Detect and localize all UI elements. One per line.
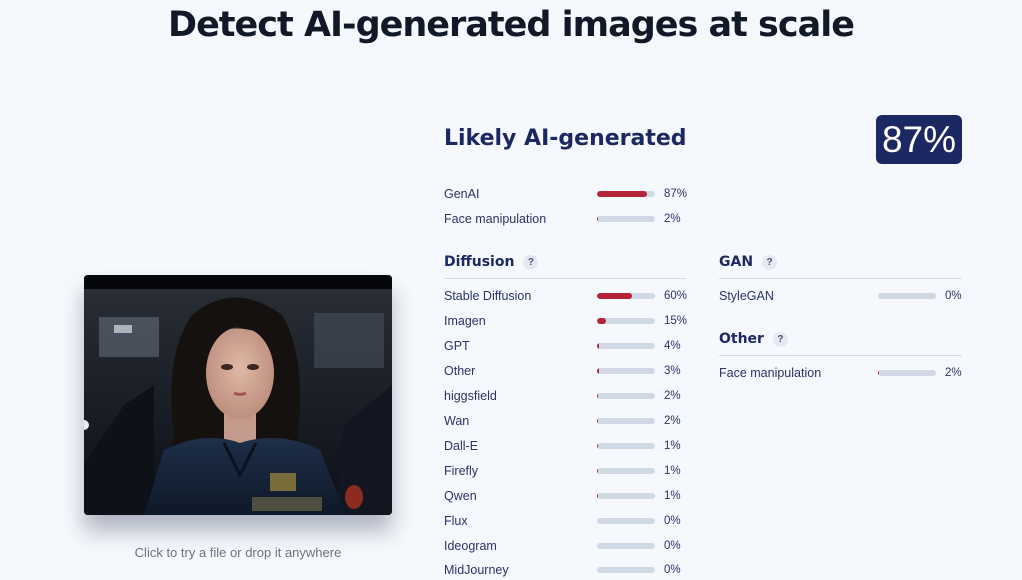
summary-label: GenAI [444,187,480,201]
diffusion-row: GPT 4% [444,337,686,355]
score-bar [597,393,655,399]
diffusion-row: Flux 0% [444,512,686,530]
score-percent: 15% [664,315,688,327]
score-bar [597,191,655,197]
diffusion-row: Other 3% [444,362,686,380]
diffusion-row: MidJourney 0% [444,561,686,579]
other-row: Face manipulation 2% [719,364,962,382]
model-label: Ideogram [444,539,497,553]
score-bar [597,518,655,524]
verdict-heading: Likely AI-generated [444,126,687,151]
score-percent: 0% [664,564,681,576]
summary-row-face-manipulation: Face manipulation 2% [444,210,686,228]
diffusion-row: Imagen 15% [444,312,688,330]
score-bar-fill [597,293,632,299]
score-bar [597,343,655,349]
portrait-photo [84,275,392,515]
score-percent: 3% [664,365,681,377]
score-badge: 87% [876,115,962,164]
help-icon[interactable]: ? [762,254,778,270]
score-bar-fill [597,393,599,399]
diffusion-row: higgsfield 2% [444,387,686,405]
score-percent: 1% [664,465,681,477]
section-title-text: GAN [719,254,754,270]
score-bar-fill [597,368,599,374]
score-percent: 1% [664,490,681,502]
score-bar [597,567,655,573]
score-percent: 4% [664,340,681,352]
score-percent: 87% [664,188,688,200]
score-bar-fill [597,191,648,197]
summary-label: Face manipulation [444,212,547,226]
model-label: Face manipulation [719,366,822,380]
diffusion-row: Firefly 1% [444,462,686,480]
section-title-text: Diffusion [444,254,515,270]
model-label: MidJourney [444,563,509,577]
score-bar [878,370,936,376]
score-bar-fill [597,468,599,474]
score-bar [597,368,655,374]
score-bar [597,318,655,324]
section-divider [444,278,686,279]
score-bar [597,443,655,449]
gan-row: StyleGAN 0% [719,287,962,305]
diffusion-row: Qwen 1% [444,487,686,505]
score-percent: 2% [664,415,681,427]
uploaded-image-preview[interactable] [84,275,392,515]
score-percent: 0% [664,515,681,527]
score-percent: 2% [664,213,681,225]
score-bar [597,493,655,499]
score-bar [878,293,936,299]
model-label: Imagen [444,314,486,328]
section-title-other: Other? [719,331,788,347]
drop-hint[interactable]: Click to try a file or drop it anywhere [84,545,392,560]
score-percent: 0% [945,290,962,302]
diffusion-row: Wan 2% [444,412,686,430]
section-divider [719,278,962,279]
model-label: GPT [444,339,470,353]
model-label: StyleGAN [719,289,774,303]
diffusion-row: Dall-E 1% [444,437,686,455]
help-icon[interactable]: ? [523,254,539,270]
score-bar-fill [597,216,599,222]
score-percent: 2% [945,367,962,379]
score-percent: 0% [664,540,681,552]
model-label: Wan [444,414,470,428]
score-bar-fill [597,318,606,324]
section-title-gan: GAN? [719,254,778,270]
score-bar [597,293,655,299]
score-bar-fill [597,418,599,424]
section-title-text: Other [719,331,764,347]
score-percent: 1% [664,440,681,452]
diffusion-row: Ideogram 0% [444,537,686,555]
model-label: Stable Diffusion [444,289,532,303]
section-divider [719,355,962,356]
score-bar [597,468,655,474]
score-bar [597,543,655,549]
model-label: Dall-E [444,439,479,453]
section-title-diffusion: Diffusion? [444,254,539,270]
model-label: Firefly [444,464,479,478]
score-percent: 2% [664,390,681,402]
score-percent: 60% [664,290,688,302]
score-bar-fill [597,443,599,449]
model-label: higgsfield [444,389,497,403]
page-title: Detect AI-generated images at scale [168,5,855,45]
score-bar-fill [878,370,880,376]
model-label: Flux [444,514,468,528]
help-icon[interactable]: ? [772,331,788,347]
score-bar [597,418,655,424]
score-bar-fill [597,343,600,349]
diffusion-row: Stable Diffusion 60% [444,287,688,305]
summary-row-genai: GenAI 87% [444,185,688,203]
score-bar [597,216,655,222]
score-bar-fill [597,493,599,499]
model-label: Qwen [444,489,477,503]
model-label: Other [444,364,476,378]
